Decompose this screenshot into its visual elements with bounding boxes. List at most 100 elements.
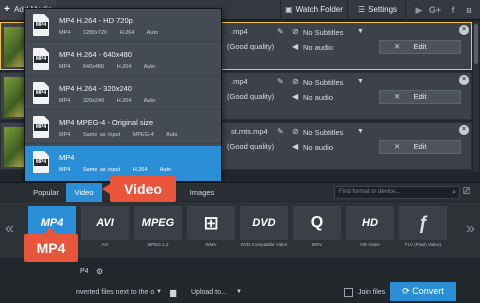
google-plus-icon[interactable]: G+ — [428, 3, 442, 17]
edit-button[interactable]: ✕ Edit — [379, 140, 461, 154]
join-files-label: Join files — [358, 289, 386, 296]
file-quality: (Good quality) — [227, 92, 275, 101]
convert-button[interactable]: ⟳ Convert — [390, 282, 456, 301]
device-camera-icon[interactable]: ⎚ — [463, 186, 470, 197]
chevron-down-icon[interactable]: ▼ — [236, 289, 242, 295]
audio-icon: ◀ — [292, 92, 299, 101]
app-window: +Add Media ▣Watch Folder ☰Settings ▶ G+ … — [0, 0, 480, 303]
edit-button[interactable]: ✕ Edit — [379, 40, 461, 54]
chevron-down-icon[interactable]: ▼ — [357, 128, 364, 135]
audio-icon: ◀ — [292, 142, 299, 151]
mp4-file-icon: MP4 — [33, 14, 49, 36]
settings-button[interactable]: ☰ Settings — [350, 0, 406, 20]
format-avi[interactable]: AVI AVI — [81, 206, 129, 254]
join-files-checkbox[interactable] — [344, 288, 353, 297]
preset-title: MP4 — [59, 153, 75, 162]
edit-label: Edit — [413, 142, 427, 151]
file-thumbnail — [4, 27, 26, 67]
preset-meta: MP4 320x240 H.264 Auto — [59, 98, 156, 104]
format-label: FLV (Flash Video) — [405, 242, 441, 247]
close-icon[interactable]: × — [459, 125, 469, 135]
folder-icon: ▣ — [285, 5, 293, 14]
format-label: WMV — [205, 242, 217, 247]
save-location-select[interactable]: nverted files next to the o — [76, 289, 154, 296]
format-search-placeholder: Find format or device... — [339, 189, 401, 195]
file-name: .mp4 — [231, 27, 248, 36]
mp4-file-icon: MP4 — [33, 82, 49, 104]
tab-popular[interactable]: Popular — [26, 183, 66, 202]
plus-icon: + — [4, 4, 10, 15]
preset-title: MP4 H.264 - 320x240 — [59, 84, 132, 93]
file-quality: (Good quality) — [227, 142, 275, 151]
file-thumbnail — [4, 77, 26, 117]
chevron-down-icon[interactable]: ▼ — [156, 289, 162, 295]
format-dvd[interactable]: DVD DVD-Compatible Video — [240, 206, 288, 254]
tools-icon: ✕ — [394, 92, 401, 101]
scrollbar-thumb[interactable] — [474, 24, 478, 64]
file-name: st.mts.mp4 — [231, 127, 268, 136]
pencil-icon[interactable]: ✎ — [277, 127, 284, 136]
subtitles-select[interactable]: No Subtitles — [303, 28, 343, 37]
tools-icon: ✕ — [394, 42, 401, 51]
subtitles-select[interactable]: No Subtitles — [303, 128, 343, 137]
convert-label: Convert — [412, 286, 444, 296]
audio-select[interactable]: No audio — [303, 143, 333, 152]
tab-video[interactable]: Video — [66, 183, 102, 202]
output-format-label: P4 — [80, 268, 89, 275]
mp4-file-icon: MP4 — [33, 48, 49, 70]
callout-mp4: MP4 — [24, 227, 78, 262]
format-label: DVD-Compatible Video — [240, 242, 288, 247]
subtitles-icon: ⊘ — [292, 27, 299, 36]
pencil-icon[interactable]: ✎ — [277, 27, 284, 36]
format-mpeg[interactable]: MPEG MPEG-1,2 — [134, 206, 182, 254]
upload-select[interactable]: Upload to... — [191, 289, 227, 296]
audio-select[interactable]: No audio — [303, 43, 333, 52]
preset-title: MP4 H.264 - HD 720p — [59, 16, 133, 25]
preset-item[interactable]: MP4 MP4 H.264 - HD 720p MP4 1280x720 H.2… — [25, 9, 221, 42]
edit-label: Edit — [413, 92, 427, 101]
preset-title: MP4 MPEG-4 - Original size — [59, 118, 154, 127]
chevron-left-icon[interactable]: « — [5, 220, 14, 238]
close-icon[interactable]: × — [459, 75, 469, 85]
format-label: MOV — [311, 242, 323, 247]
watch-folder-button[interactable]: ▣ Watch Folder — [280, 0, 348, 20]
mpeg-format-icon: MPEG — [134, 206, 182, 240]
format-mov[interactable]: Q MOV — [293, 206, 341, 254]
mp4-file-icon: MP4 — [33, 116, 49, 138]
format-flv[interactable]: ƒ FLV (Flash Video) — [399, 206, 447, 254]
format-hd[interactable]: HD HD Video — [346, 206, 394, 254]
youtube-icon[interactable]: ▶ — [412, 3, 426, 17]
subtitles-select[interactable]: No Subtitles — [303, 78, 343, 87]
chevron-down-icon[interactable]: ▼ — [357, 28, 364, 35]
format-label: MPEG-1,2 — [147, 242, 169, 247]
facebook-icon[interactable]: f — [446, 3, 460, 17]
settings-icon: ☰ — [357, 5, 366, 14]
format-tab-bar: Popular Video Images Find format or devi… — [0, 182, 480, 202]
edit-button[interactable]: ✕ Edit — [379, 90, 461, 104]
search-icon: ⌕ — [452, 189, 456, 196]
preset-meta: MP4 640x480 H.264 Auto — [59, 64, 156, 70]
pencil-icon[interactable]: ✎ — [277, 77, 284, 86]
callout-video: Video — [102, 176, 176, 202]
chevron-right-icon[interactable]: » — [466, 220, 475, 238]
format-label: AVI — [101, 242, 109, 247]
flash-icon: ƒ — [399, 206, 447, 240]
format-label: HD Video — [360, 242, 380, 247]
avi-format-icon: AVI — [81, 206, 129, 240]
mp4-file-icon: MP4 — [33, 151, 49, 173]
tab-images[interactable]: Images — [182, 183, 222, 202]
close-icon[interactable]: × — [459, 25, 469, 35]
preset-item[interactable]: MP4 MP4 H.264 - 320x240 MP4 320x240 H.26… — [25, 77, 221, 110]
settings-label: Settings — [368, 5, 398, 14]
preset-meta: MP4 1280x720 H.264 Auto — [59, 30, 159, 36]
vk-icon[interactable]: в — [462, 3, 476, 17]
folder-icon[interactable]: ▆ — [170, 288, 176, 297]
chevron-down-icon[interactable]: ▼ — [357, 78, 364, 85]
audio-select[interactable]: No audio — [303, 93, 333, 102]
preset-item[interactable]: MP4 MP4 H.264 - 640x480 MP4 640x480 H.26… — [25, 43, 221, 76]
format-wmv[interactable]: ⊞ WMV — [187, 206, 235, 254]
file-thumbnail — [4, 127, 26, 167]
preset-item[interactable]: MP4 MP4 MPEG-4 - Original size MP4 Same … — [25, 111, 221, 144]
gear-icon[interactable]: ⚙ — [96, 267, 103, 276]
format-search-input[interactable]: Find format or device... ⌕ — [334, 186, 460, 199]
